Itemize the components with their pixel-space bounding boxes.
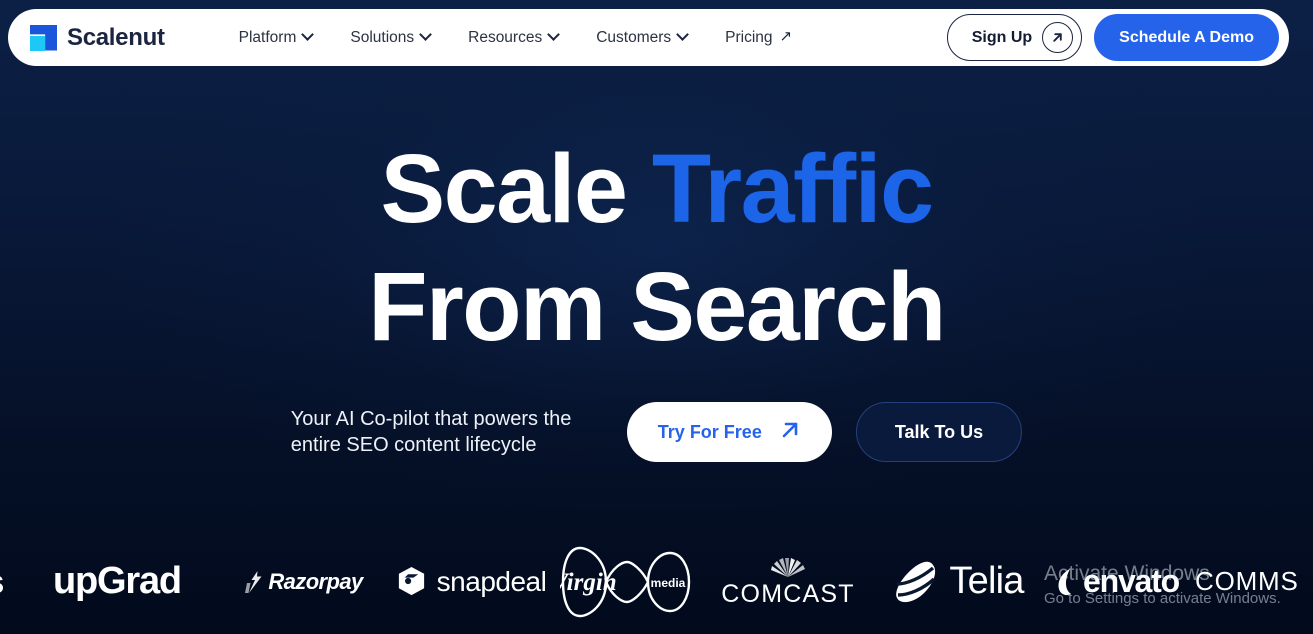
cutoff-logo-text: s [0,563,4,601]
nav-item-pricing[interactable]: Pricing ↗ [725,29,792,47]
chevron-down-icon [676,28,690,41]
nav-item-solutions[interactable]: Solutions [350,28,432,47]
headline-word-traffic: Traffic [651,134,934,243]
hero-page: Scalenut Platform Solutions Resources Cu… [0,0,1313,634]
arrow-up-right-icon [779,419,801,446]
nav-item-label: Customers [596,28,672,46]
comms-logo: COMMS [1195,529,1305,634]
page-title: Scale Traffic From Search [0,130,1313,366]
telia-logo-text: Telia [949,560,1024,602]
nav-item-label: Pricing [725,28,773,46]
svg-text:media: media [650,576,685,590]
upgrad-logo: upGrad [14,529,220,634]
headline-line-2: From Search [368,252,946,361]
nbc-peacock-icon [771,557,805,577]
virgin-media-logo: Virgin media [554,529,699,634]
schedule-demo-label: Schedule A Demo [1119,28,1254,46]
sign-up-label: Sign Up [971,28,1033,46]
sign-up-button[interactable]: Sign Up [946,14,1083,61]
razorpay-logo-text: Razorpay [268,568,363,594]
cutoff-logo-left: s [0,529,14,634]
snapdeal-logo: snapdeal [387,529,554,634]
talk-to-us-label: Talk To Us [894,421,984,442]
nav-item-resources[interactable]: Resources [468,28,561,47]
comcast-logo-text: COMCAST [721,579,855,608]
hero-subrow: Your AI Co-pilot that powers the entire … [0,402,1313,462]
chevron-down-icon [419,28,432,41]
headline-word-scale: Scale [380,134,628,243]
hero-cta-group: Try For Free Talk To Us [626,402,1023,462]
arrow-up-right-icon: ↗ [779,28,793,45]
envato-mark-icon [1058,568,1072,595]
envato-logo: envato [1040,529,1195,634]
nav-item-label: Solutions [350,28,415,46]
telia-logo: Telia [877,529,1040,634]
virgin-media-mark-icon: Virgin media [560,546,690,617]
nav-item-platform[interactable]: Platform [238,28,315,47]
nav-actions: Sign Up Schedule A Demo [946,14,1279,61]
schedule-demo-button[interactable]: Schedule A Demo [1094,14,1279,61]
top-navbar: Scalenut Platform Solutions Resources Cu… [8,9,1289,66]
razorpay-logo: Razorpay [220,529,387,634]
nav-item-label: Resources [468,28,543,46]
razorpay-mark-icon [245,570,262,593]
chevron-down-icon [547,28,561,41]
upgrad-logo-text: upGrad [53,560,182,602]
arrow-up-right-circle-icon [1042,22,1074,53]
client-logo-strip: s upGrad Razorpay snapdeal [0,529,1313,634]
comcast-logo: COMCAST [699,529,877,634]
nav-item-customers[interactable]: Customers [596,28,690,47]
try-for-free-label: Try For Free [657,421,762,442]
comms-logo-text: COMMS [1195,566,1299,596]
telia-mark-icon [896,561,936,602]
try-for-free-button[interactable]: Try For Free [626,402,832,462]
chevron-down-icon [301,28,315,41]
talk-to-us-button[interactable]: Talk To Us [855,402,1023,462]
brand-logo[interactable]: Scalenut [30,24,165,52]
snapdeal-mark-icon [398,566,424,596]
hero-subcopy: Your AI Co-pilot that powers the entire … [290,408,572,456]
svg-text:Virgin: Virgin [560,569,617,596]
nav-item-label: Platform [238,28,297,46]
envato-logo-text: envato [1083,563,1180,599]
scalenut-logo-icon [30,24,57,51]
brand-name: Scalenut [67,23,165,51]
snapdeal-logo-text: snapdeal [436,565,547,597]
headline-line-1: Scale Traffic [0,130,1313,248]
nav-links: Platform Solutions Resources Customers P… [238,28,947,47]
hero-section: Scale Traffic From Search Your AI Co-pil… [0,130,1313,462]
